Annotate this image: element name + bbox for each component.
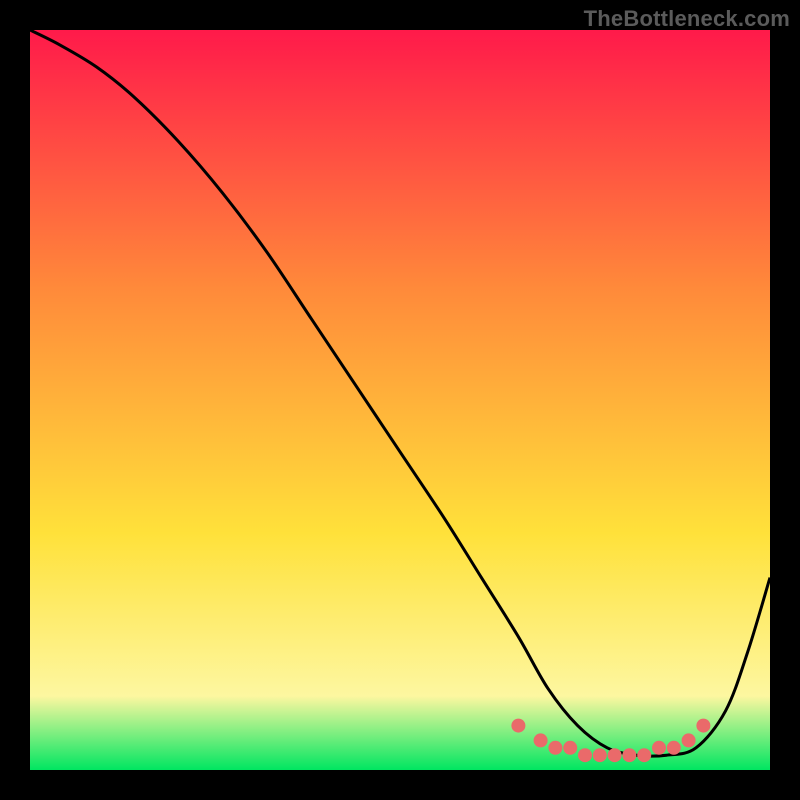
marker-dot: [548, 741, 562, 755]
plot-area: [30, 30, 770, 770]
marker-dot: [637, 748, 651, 762]
marker-dot: [578, 748, 592, 762]
marker-dot: [696, 719, 710, 733]
marker-dot: [511, 719, 525, 733]
marker-dot: [593, 748, 607, 762]
marker-dot: [682, 733, 696, 747]
chart-svg: [30, 30, 770, 770]
chart-frame: TheBottleneck.com: [0, 0, 800, 800]
watermark-text: TheBottleneck.com: [584, 6, 790, 32]
marker-dot: [667, 741, 681, 755]
marker-dot: [652, 741, 666, 755]
marker-dot: [608, 748, 622, 762]
marker-dot: [534, 733, 548, 747]
gradient-background: [30, 30, 770, 770]
marker-dot: [563, 741, 577, 755]
marker-dot: [622, 748, 636, 762]
